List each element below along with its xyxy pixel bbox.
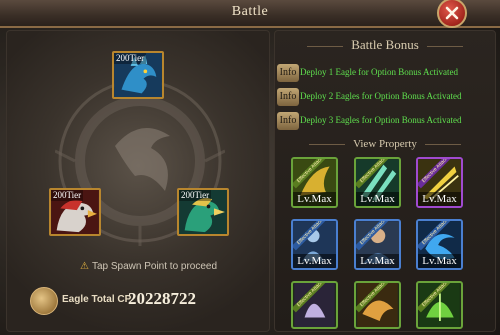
hero-tier-label: 200Tier — [114, 53, 147, 64]
total-cp-display: Eagle Total CP 20228722 — [30, 287, 250, 315]
divider — [307, 45, 344, 47]
cp-value: 20228722 — [128, 289, 196, 308]
skill-slot[interactable]: Effective Attack Lv.Max — [291, 157, 338, 208]
battle-bonus-header: Battle Bonus — [275, 37, 495, 53]
bonus-text: Deploy 1 Eagle for Option Bonus Activate… — [300, 67, 458, 77]
skill-slot[interactable]: Effective Attack Lv.Max — [416, 157, 463, 208]
view-property-header: View Property — [275, 138, 495, 150]
cp-label: Eagle Total CP — [62, 294, 132, 305]
skill-level: Lv.Max — [293, 192, 336, 206]
spawn-point-left[interactable]: 200Tier — [49, 188, 101, 236]
bonus-row: Info Deploy 2 Eagles for Option Bonus Ac… — [275, 88, 495, 108]
view-property-title: View Property — [353, 138, 417, 150]
spawn-point-top[interactable]: 200Tier — [112, 51, 164, 99]
title-bar: Battle — [0, 0, 500, 28]
bonus-text: Deploy 3 Eagles for Option Bonus Activat… — [300, 115, 462, 125]
spawn-point-right[interactable]: 200Tier — [177, 188, 229, 236]
info-button[interactable]: Info — [277, 88, 299, 106]
divider — [426, 45, 463, 47]
hint-text: Tap Spawn Point to proceed — [91, 261, 218, 272]
hero-tier-label: 200Tier — [179, 190, 212, 201]
bonus-row: Info Deploy 3 Eagles for Option Bonus Ac… — [275, 112, 495, 132]
battle-window: Battle 200Tier 200Tier 200Tier ⚠ Tap Spa… — [0, 0, 500, 335]
warning-icon: ⚠ — [80, 261, 89, 272]
hero-tier-label: 200Tier — [51, 190, 84, 201]
skill-level: Lv.Max — [293, 254, 336, 268]
divider — [309, 143, 346, 145]
info-button[interactable]: Info — [277, 112, 299, 130]
skill-level: Lv.Max — [418, 254, 461, 268]
skill-slot[interactable]: Effective Attack Lv.Max — [354, 219, 401, 270]
eagle-crest-icon — [30, 287, 58, 315]
close-icon — [445, 6, 459, 20]
bonus-text: Deploy 2 Eagles for Option Bonus Activat… — [300, 91, 462, 101]
skill-level: Lv.Max — [356, 254, 399, 268]
bonus-panel: Battle Bonus Info Deploy 1 Eagle for Opt… — [274, 30, 496, 332]
skill-level: Lv.Max — [418, 192, 461, 206]
skill-slot[interactable]: Effective Attack — [416, 281, 463, 329]
info-button[interactable]: Info — [277, 64, 299, 82]
skill-slot[interactable]: Effective Attack Lv.Max — [416, 219, 463, 270]
battle-bonus-title: Battle Bonus — [351, 37, 419, 52]
skill-slot[interactable]: Effective Attack Lv.Max — [354, 157, 401, 208]
skill-slot[interactable]: Effective Attack — [291, 281, 338, 329]
bonus-row: Info Deploy 1 Eagle for Option Bonus Act… — [275, 64, 495, 84]
window-title: Battle — [231, 4, 269, 19]
skill-slot[interactable]: Effective Attack — [354, 281, 401, 329]
skill-slot[interactable]: Effective Attack Lv.Max — [291, 219, 338, 270]
skill-level: Lv.Max — [356, 192, 399, 206]
divider — [424, 143, 461, 145]
spawn-hint: ⚠ Tap Spawn Point to proceed — [80, 261, 217, 272]
